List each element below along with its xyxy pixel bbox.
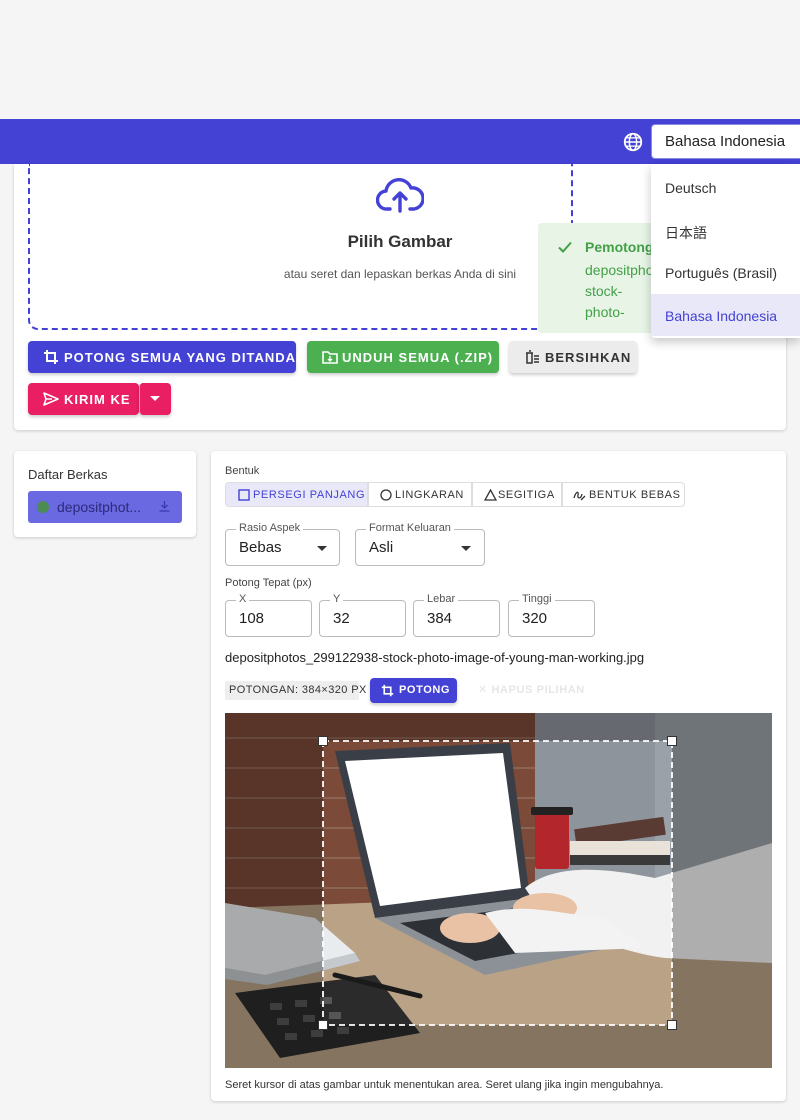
crop-icon xyxy=(44,350,58,364)
file-status-icon xyxy=(37,501,49,513)
crop-hint: Seret kursor di atas gambar untuk menent… xyxy=(225,1079,664,1091)
language-option-deutsch[interactable]: Deutsch xyxy=(651,166,800,208)
delete-selection-button[interactable]: ✕ HAPUS PILIHAN xyxy=(478,683,585,696)
globe-icon[interactable] xyxy=(622,131,644,153)
image-canvas[interactable] xyxy=(225,713,772,1068)
upload-title: Pilih Gambar xyxy=(347,232,453,251)
cloud-upload-icon xyxy=(376,178,424,213)
delete-selection-label: HAPUS PILIHAN xyxy=(491,684,585,696)
toast-message: depositphotos_299122938-stock-photo-imag… xyxy=(585,262,655,326)
file-list-title: Daftar Berkas xyxy=(28,467,108,482)
photo-illustration xyxy=(225,713,772,1068)
caret-down-icon xyxy=(150,396,160,401)
height-field[interactable]: Tinggi 320 xyxy=(508,593,595,637)
language-option-japanese[interactable]: 日本語 xyxy=(651,209,800,251)
crop-size-chip: POTONGAN: 384×320 PX xyxy=(225,681,366,700)
x-field-value: 108 xyxy=(239,610,265,627)
width-field[interactable]: Lebar 384 xyxy=(413,593,500,637)
y-field[interactable]: Y 32 xyxy=(319,593,406,637)
clear-button[interactable]: BERSIHKAN xyxy=(509,341,637,373)
width-field-label: Lebar xyxy=(424,593,459,605)
language-select[interactable]: Bahasa Indonesia xyxy=(651,124,800,159)
exact-crop-label: Potong Tepat (px) xyxy=(225,577,312,589)
download-all-button[interactable]: UNDUH SEMUA (.ZIP) xyxy=(307,341,499,373)
clear-label: BERSIHKAN xyxy=(545,350,632,365)
send-to-label: KIRIM KE xyxy=(64,392,131,407)
send-icon xyxy=(43,392,59,406)
clear-list-icon xyxy=(526,350,539,364)
freeform-icon xyxy=(573,491,586,501)
language-option-indonesian[interactable]: Bahasa Indonesia xyxy=(651,294,800,336)
x-field[interactable]: X 108 xyxy=(225,593,312,637)
x-field-label: X xyxy=(236,593,250,605)
shape-triangle-button[interactable]: SEGITIGA xyxy=(472,482,562,507)
crop-all-label: POTONG SEMUA YANG DITANDAI xyxy=(64,350,301,365)
language-option-portuguese[interactable]: Português (Brasil) xyxy=(651,251,800,293)
shape-circle-button[interactable]: LINGKARAN xyxy=(368,482,472,507)
aspect-ratio-value: Bebas xyxy=(239,539,282,556)
download-icon[interactable] xyxy=(158,500,171,513)
send-to-dropdown-button[interactable] xyxy=(139,383,171,415)
height-field-value: 320 xyxy=(522,610,548,627)
crop-button[interactable]: POTONG xyxy=(370,678,457,703)
shape-rectangle-label: PERSEGI PANJANG xyxy=(253,489,366,501)
height-field-label: Tinggi xyxy=(519,593,555,605)
shape-rectangle-button[interactable]: PERSEGI PANJANG xyxy=(225,482,368,507)
output-format-value: Asli xyxy=(369,539,394,556)
circle-icon xyxy=(380,489,392,501)
download-all-label: UNDUH SEMUA (.ZIP) xyxy=(342,350,494,365)
shape-circle-label: LINGKARAN xyxy=(395,489,464,501)
caret-down-icon xyxy=(461,546,471,551)
upload-subtitle: atau seret dan lepaskan berkas Anda di s… xyxy=(283,267,517,281)
shape-freeform-button[interactable]: BENTUK BEBAS xyxy=(562,482,685,507)
output-format-select[interactable]: Format Keluaran Asli xyxy=(355,522,485,566)
output-format-label: Format Keluaran xyxy=(366,522,454,534)
current-file-name: depositphotos_299122938-stock-photo-imag… xyxy=(225,650,645,665)
send-to-button[interactable]: KIRIM KE xyxy=(28,383,139,415)
aspect-ratio-label: Rasio Aspek xyxy=(236,522,304,534)
width-field-value: 384 xyxy=(427,610,453,627)
aspect-ratio-select[interactable]: Rasio Aspek Bebas xyxy=(225,522,340,566)
shape-label: Bentuk xyxy=(225,465,260,477)
crop-all-button[interactable]: POTONG SEMUA YANG DITANDAI xyxy=(28,341,300,373)
triangle-icon xyxy=(484,489,497,501)
folder-download-icon xyxy=(322,351,338,364)
y-field-label: Y xyxy=(330,593,344,605)
crop-button-label: POTONG xyxy=(399,684,451,696)
crop-icon xyxy=(381,684,394,697)
caret-down-icon xyxy=(317,546,327,551)
shape-freeform-label: BENTUK BEBAS xyxy=(589,489,681,501)
file-item-name: depositphot... xyxy=(57,499,142,515)
check-icon xyxy=(558,241,572,253)
square-icon xyxy=(238,489,250,501)
y-field-value: 32 xyxy=(333,610,350,627)
toast-title: Pemotong xyxy=(585,239,654,255)
shape-triangle-label: SEGITIGA xyxy=(498,489,555,501)
